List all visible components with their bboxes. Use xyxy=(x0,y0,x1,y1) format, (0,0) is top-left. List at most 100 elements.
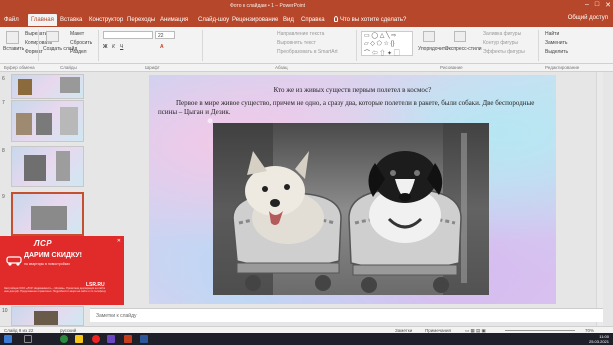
text-direction-button[interactable]: Направление текста xyxy=(277,31,324,37)
cut-button[interactable]: Вырезать xyxy=(25,31,47,37)
bold-button[interactable]: Ж xyxy=(103,44,108,50)
convert-smartart-button[interactable]: Преобразовать в SmartArt xyxy=(277,49,338,55)
font-size-value: 22 xyxy=(158,33,164,39)
quick-styles-icon[interactable] xyxy=(454,31,466,42)
editor-scrollbar[interactable] xyxy=(596,72,603,326)
group-label-clipboard: Буфер обмена xyxy=(4,65,35,70)
arrange-icon[interactable] xyxy=(423,31,435,42)
zoom-slider[interactable] xyxy=(505,330,575,331)
shape-outline-button[interactable]: Контур фигуры xyxy=(483,40,518,46)
group-label-slides: Слайды xyxy=(60,65,77,70)
window-title: Фото к слайдам • 1 – PowerPoint xyxy=(230,3,306,9)
quick-styles-button[interactable]: Экспресс-стили xyxy=(445,46,482,52)
window-controls: – □ ✕ xyxy=(585,1,611,9)
search-icon[interactable] xyxy=(24,335,32,343)
ad-fine-print: Застройщик ООО «ЛСР. Недвижимость – Моск… xyxy=(4,287,107,293)
tell-me-search[interactable]: Что вы хотите сделать? xyxy=(340,14,406,26)
group-label-paragraph: Абзац xyxy=(275,65,288,70)
font-color-button[interactable]: A xyxy=(160,44,164,50)
font-size-select[interactable]: 22 xyxy=(155,31,175,39)
ribbon-tabs: Файл Главная Вставка Конструктор Переход… xyxy=(0,11,613,27)
arrange-button[interactable]: Упорядочить xyxy=(418,46,448,52)
select-button[interactable]: Выделить xyxy=(545,49,568,55)
thumbnail-number: 10 xyxy=(2,308,8,314)
minimize-button[interactable]: – xyxy=(585,1,589,9)
italic-button[interactable]: К xyxy=(112,44,115,50)
divider xyxy=(202,30,203,61)
app-icon[interactable] xyxy=(107,335,115,343)
thumbnail-number: 8 xyxy=(2,148,5,154)
thumbnail-number: 6 xyxy=(2,76,5,82)
clock-date: 25.03.2021 xyxy=(588,339,609,344)
shapes-gallery[interactable]: ▭ ◯ △ ╲ ⇨ ▱ ◇ ⬠ ☆ {} ⌒ ⇦ ⇧ ✦ ▢ xyxy=(361,31,413,57)
dogs-in-capsules-illustration xyxy=(213,123,489,295)
divider xyxy=(98,30,99,61)
ad-headline: ДАРИМ СКИДКУ! xyxy=(24,252,82,259)
slide-thumbnail[interactable] xyxy=(11,74,84,99)
tab-review[interactable]: Рецензирование xyxy=(232,14,278,26)
paste-button[interactable]: Вставить xyxy=(3,46,24,52)
shape-fill-button[interactable]: Заливка фигуры xyxy=(483,31,521,37)
slide-title[interactable]: Кто же из живых существ первым полетел в… xyxy=(149,86,556,94)
folder-icon[interactable] xyxy=(75,335,83,343)
tab-home[interactable]: Главная xyxy=(28,14,57,26)
new-slide-icon[interactable] xyxy=(46,31,59,42)
system-clock[interactable]: 11:00 25.03.2021 xyxy=(589,334,609,344)
paste-icon[interactable] xyxy=(6,31,19,44)
close-button[interactable]: ✕ xyxy=(605,1,611,9)
divider xyxy=(356,30,357,61)
car-icon xyxy=(6,256,22,266)
group-label-editing: Редактирование xyxy=(545,65,580,70)
current-slide[interactable]: Кто же из живых существ первым полетел в… xyxy=(149,75,556,304)
tab-view[interactable]: Вид xyxy=(283,14,294,26)
yandex-icon[interactable] xyxy=(92,335,100,343)
tab-design[interactable]: Конструктор xyxy=(89,14,123,26)
underline-button[interactable]: Ч xyxy=(120,44,123,50)
slide-thumbnail[interactable] xyxy=(11,306,84,326)
layout-button[interactable]: Макет xyxy=(70,31,84,37)
divider xyxy=(538,30,539,61)
word-icon[interactable] xyxy=(140,335,148,343)
tab-insert[interactable]: Вставка xyxy=(60,14,82,26)
reset-button[interactable]: Сбросить xyxy=(70,40,92,46)
powerpoint-window: Фото к слайдам • 1 – PowerPoint – □ ✕ Фа… xyxy=(0,0,613,345)
section-button[interactable]: Раздел xyxy=(70,49,87,55)
group-label-font: Шрифт xyxy=(145,65,160,70)
browser-icon[interactable] xyxy=(60,335,68,343)
ad-logo: ЛСР xyxy=(34,239,53,248)
share-button[interactable]: Общий доступ xyxy=(568,15,608,21)
dogs-photo[interactable] xyxy=(213,123,489,295)
status-bar: Слайд 9 из 22 русский Заметки Примечания… xyxy=(0,326,613,333)
shape-effects-button[interactable]: Эффекты фигуры xyxy=(483,49,525,55)
title-bar: Фото к слайдам • 1 – PowerPoint – □ ✕ xyxy=(0,0,613,11)
slide-thumbnail[interactable] xyxy=(11,146,84,187)
notes-pane[interactable]: Заметки к слайду xyxy=(90,308,603,322)
ad-close-icon[interactable]: ✕ xyxy=(117,238,121,244)
tab-slideshow[interactable]: Слайд-шоу xyxy=(198,14,229,26)
tab-file[interactable]: Файл xyxy=(4,14,19,26)
thumbnail-number: 7 xyxy=(2,100,5,106)
font-name-select[interactable] xyxy=(103,31,153,39)
slide-body-text[interactable]: Первое в мире живое существо, причем не … xyxy=(158,99,547,117)
tab-animations[interactable]: Анимация xyxy=(160,14,188,26)
group-label-drawing: Рисование xyxy=(440,65,463,70)
ribbon-group-labels: Буфер обмена Слайды Шрифт Абзац Рисовани… xyxy=(0,64,613,72)
powerpoint-icon[interactable] xyxy=(124,335,132,343)
slide-thumbnail-selected[interactable] xyxy=(11,192,84,236)
notes-placeholder: Заметки к слайду xyxy=(96,313,137,319)
lightbulb-icon xyxy=(334,16,338,22)
taskbar: 11:00 25.03.2021 xyxy=(0,333,613,345)
replace-button[interactable]: Заменить xyxy=(545,40,567,46)
format-painter-button[interactable]: Формат xyxy=(25,49,43,55)
tab-transitions[interactable]: Переходы xyxy=(127,14,155,26)
find-button[interactable]: Найти xyxy=(545,31,559,37)
ad-subtitle: на квартиры в новостройках xyxy=(24,262,70,266)
divider xyxy=(38,30,39,61)
tab-help[interactable]: Справка xyxy=(301,14,325,26)
thumbnail-number: 9 xyxy=(2,194,5,200)
maximize-button[interactable]: □ xyxy=(595,1,599,9)
slide-thumbnail[interactable] xyxy=(11,100,84,142)
advertisement-banner[interactable]: ЛСР ✕ ДАРИМ СКИДКУ! на квартиры в новост… xyxy=(0,236,124,305)
start-icon[interactable] xyxy=(4,335,12,343)
align-text-button[interactable]: Выровнять текст xyxy=(277,40,316,46)
